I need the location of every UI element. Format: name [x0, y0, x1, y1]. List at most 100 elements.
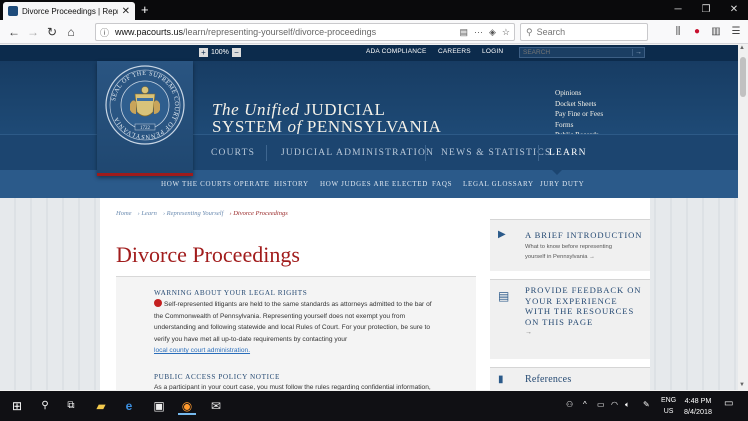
nav-judicial-administration[interactable]: JUDICIAL ADMINISTRATION [281, 148, 434, 158]
article-body: WARNING ABOUT YOUR LEGAL RIGHTS Self-rep… [116, 277, 476, 390]
tab-title: Divorce Proceedings | Represe [22, 6, 118, 16]
brief-intro-title[interactable]: A BRIEF INTRODUCTION [525, 230, 642, 241]
ublock-icon[interactable]: ● [690, 25, 704, 39]
breadcrumb: Home › Learn › Representing Yourself › D… [116, 210, 288, 217]
store-icon[interactable]: ▣ [150, 397, 168, 415]
volume-icon[interactable]: 🔈︎ [625, 400, 630, 410]
subnav-how-courts-operate[interactable]: HOW THE COURTS OPERATE [161, 180, 270, 188]
zoom-in-button[interactable]: + [199, 48, 208, 57]
home-icon[interactable]: ⌂ [63, 24, 79, 40]
docket-sheets-link[interactable]: Docket Sheets [555, 99, 603, 110]
references-card[interactable]: ▮ References [490, 367, 650, 390]
nav-toolbar: ← → ↻ ⌂ ⓘ www.pacourts.us/learn/represen… [0, 20, 748, 44]
subnav-how-judges-elected[interactable]: HOW JUDGES ARE ELECTED [320, 180, 428, 188]
careers-link[interactable]: CAREERS [438, 48, 471, 55]
login-link[interactable]: LOGIN [482, 48, 503, 55]
site-search-input[interactable] [520, 49, 632, 56]
new-tab-button[interactable]: + [141, 2, 149, 18]
scroll-down-icon[interactable]: ▼ [739, 382, 745, 388]
nav-news-statistics[interactable]: NEWS & STATISTICS [441, 148, 551, 158]
reader-view-icon[interactable]: ▤ [459, 27, 468, 38]
search-icon[interactable]: ⚲ [36, 397, 54, 415]
policy-heading: PUBLIC ACCESS POLICY NOTICE [154, 373, 280, 381]
nav-separator [425, 145, 426, 161]
bookmark-star-icon[interactable]: ☆ [502, 27, 510, 38]
pen-icon[interactable]: ✎ [643, 400, 650, 409]
back-icon[interactable]: ← [6, 24, 22, 40]
file-explorer-icon[interactable]: ▰ [92, 397, 110, 415]
firefox-icon[interactable]: ◉ [178, 397, 196, 415]
pay-fine-link[interactable]: Pay Fine or Fees [555, 109, 603, 120]
subnav-faqs[interactable]: FAQS [432, 180, 452, 188]
site-search-button[interactable]: → [632, 49, 644, 56]
close-window-icon[interactable]: ✕ [720, 0, 748, 20]
books-icon: ▮ [498, 374, 504, 385]
maximize-icon[interactable]: ❐ [692, 0, 720, 20]
subnav-legal-glossary[interactable]: LEGAL GLOSSARY [463, 180, 534, 188]
info-icon[interactable]: ⓘ [100, 26, 109, 39]
forward-icon[interactable]: → [25, 24, 41, 40]
policy-text: As a participant in your court case, you… [154, 384, 431, 390]
sidebar-icon[interactable]: ▥ [709, 25, 723, 39]
browser-search-input[interactable] [536, 27, 637, 37]
menu-icon[interactable]: ☰ [729, 25, 743, 39]
nav-learn[interactable]: LEARN [549, 148, 587, 158]
zoom-control: + 100% − [196, 48, 244, 57]
nav-courts[interactable]: COURTS [211, 148, 255, 158]
subnav-history[interactable]: HISTORY [274, 180, 309, 188]
scroll-up-icon[interactable]: ▲ [739, 45, 745, 51]
notifications-icon[interactable]: ▭ [724, 398, 733, 409]
breadcrumb-home[interactable]: Home [116, 210, 132, 217]
site-title[interactable]: The Unified JUDICIAL SYSTEM of PENNSYLVA… [212, 101, 442, 135]
active-caret [552, 170, 562, 175]
battery-icon[interactable]: ▭ [597, 400, 605, 409]
site-search-box[interactable]: → [519, 47, 645, 58]
opinions-link[interactable]: Opinions [555, 88, 603, 99]
page-actions-icon[interactable]: ··· [474, 27, 483, 37]
forms-link[interactable]: Forms [555, 120, 603, 131]
warning-text: Self-represented litigants are held to t… [154, 299, 432, 355]
language-indicator[interactable]: ENG US [661, 395, 676, 417]
county-court-admin-link[interactable]: local county court administration. [154, 347, 250, 354]
brief-intro-desc[interactable]: What to know before representing yoursel… [525, 243, 635, 262]
mail-icon[interactable]: ✉ [207, 397, 225, 415]
tray-chevron-icon[interactable]: ^ [583, 400, 587, 409]
seal-banner[interactable]: SEAL OF THE SUPREME COURT OF PENNSYLVANI… [97, 61, 193, 176]
feedback-arrow[interactable]: → [525, 329, 532, 336]
brief-intro-card[interactable]: ▶ A BRIEF INTRODUCTION What to know befo… [490, 219, 650, 271]
close-tab-icon[interactable]: ✕ [122, 6, 130, 17]
browser-tab[interactable]: Divorce Proceedings | Represe ✕ [3, 2, 135, 20]
ada-compliance-link[interactable]: ADA COMPLIANCE [366, 48, 427, 55]
page-scrollbar[interactable]: ▲ ▼ [738, 45, 748, 390]
zoom-out-button[interactable]: − [231, 48, 241, 57]
start-icon[interactable]: ⊞ [8, 397, 26, 415]
references-title[interactable]: References [525, 374, 571, 386]
clipboard-icon: ▤ [498, 289, 510, 303]
url-bar[interactable]: ⓘ www.pacourts.us/learn/representing-you… [95, 23, 515, 41]
nav-separator [266, 145, 267, 161]
scroll-thumb[interactable] [740, 57, 746, 97]
breadcrumb-learn[interactable]: › Learn [138, 210, 157, 217]
windows-taskbar: ⊞ ⚲ ⧉ ▰ e ▣ ◉ ✉ ⚇ ^ ▭ ◠ 🔈︎ ✎ ENG US 4:48… [0, 391, 748, 421]
subnav-jury-duty[interactable]: JURY DUTY [540, 180, 584, 188]
pocket-icon[interactable]: ◈ [489, 27, 496, 38]
seal-banner-accent [97, 173, 193, 176]
favicon-icon [8, 6, 18, 16]
task-view-icon[interactable]: ⧉ [62, 397, 80, 415]
reload-icon[interactable]: ↻ [44, 24, 60, 40]
clock[interactable]: 4:48 PM 8/4/2018 [684, 395, 712, 417]
feedback-card[interactable]: ▤ PROVIDE FEEDBACK ON YOUR EXPERIENCE WI… [490, 279, 650, 359]
browser-search-box[interactable]: ⚲ [520, 23, 648, 41]
wifi-icon[interactable]: ◠ [611, 400, 618, 409]
quick-links: Opinions Docket Sheets Pay Fine or Fees … [555, 88, 603, 141]
minimize-icon[interactable]: ─ [664, 0, 692, 20]
page-title: Divorce Proceedings [116, 242, 300, 267]
edge-icon[interactable]: e [120, 397, 138, 415]
url-text[interactable]: www.pacourts.us/learn/representing-yours… [115, 27, 453, 37]
feedback-title[interactable]: PROVIDE FEEDBACK ON YOUR EXPERIENCE WITH… [525, 285, 641, 327]
breadcrumb-current: › Divorce Proceedings [229, 210, 288, 217]
breadcrumb-representing-yourself[interactable]: › Representing Yourself [163, 210, 224, 217]
people-icon[interactable]: ⚇ [566, 400, 573, 409]
supreme-court-seal-logo: SEAL OF THE SUPREME COURT OF PENNSYLVANI… [105, 65, 185, 145]
library-icon[interactable]: ⫼ [671, 25, 685, 39]
